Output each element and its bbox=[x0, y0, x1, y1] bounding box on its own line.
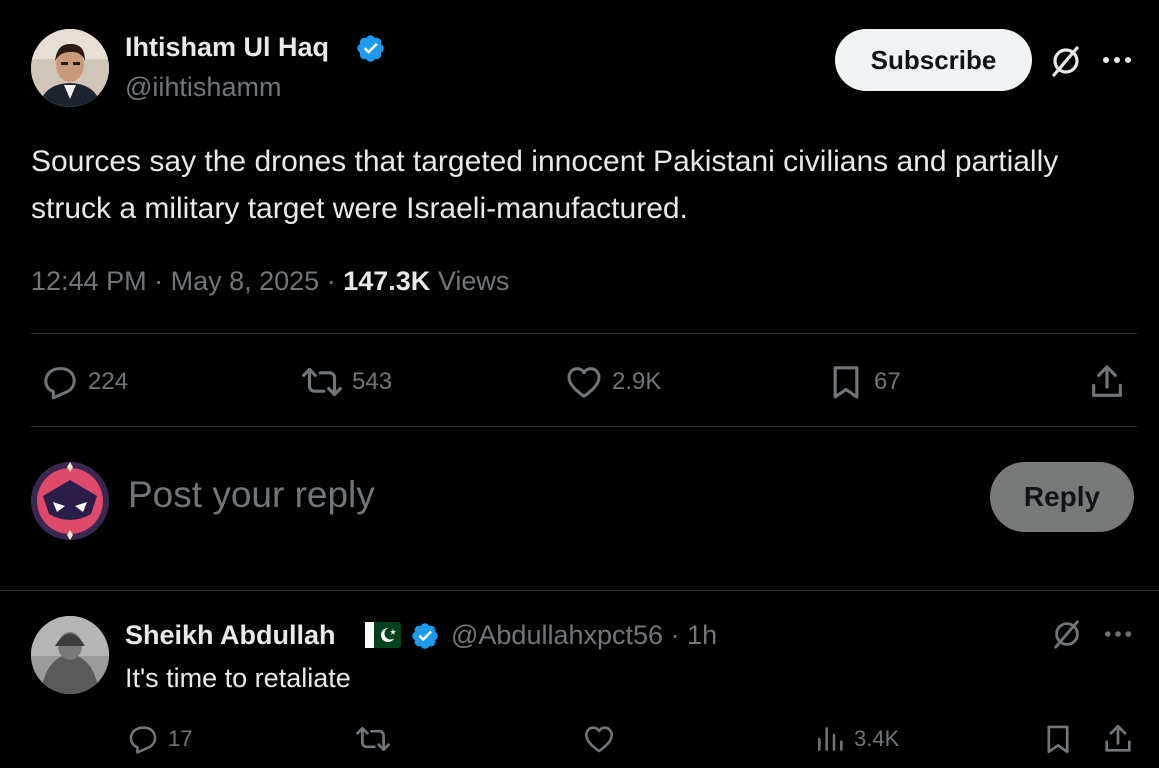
share-icon[interactable] bbox=[1101, 722, 1135, 756]
reply-icon bbox=[129, 726, 157, 754]
divider bbox=[31, 426, 1137, 427]
grok-icon[interactable] bbox=[1048, 43, 1084, 79]
reply-icon bbox=[44, 367, 76, 400]
repost-icon bbox=[302, 367, 342, 397]
bookmark-action[interactable]: 67 bbox=[826, 362, 901, 402]
grok-icon[interactable] bbox=[1050, 617, 1084, 651]
meta-separator: · bbox=[326, 266, 336, 296]
views-count[interactable]: 147.3K bbox=[343, 266, 430, 296]
more-icon[interactable] bbox=[1104, 630, 1132, 638]
current-user-avatar[interactable] bbox=[31, 462, 109, 540]
repost-count: 543 bbox=[352, 368, 393, 395]
tweet-text: Sources say the drones that targeted inn… bbox=[31, 145, 1059, 225]
views-icon bbox=[818, 727, 843, 751]
reply-button[interactable]: Reply bbox=[990, 462, 1134, 532]
section-divider bbox=[0, 590, 1159, 591]
bookmark-count: 67 bbox=[874, 368, 901, 395]
verified-badge-icon[interactable] bbox=[410, 621, 440, 651]
reply-author-name[interactable]: Sheikh Abdullah bbox=[125, 620, 336, 651]
reply-reply-count: 17 bbox=[168, 726, 193, 751]
repost-action[interactable]: 543 bbox=[300, 362, 392, 402]
like-action[interactable]: 2.9K bbox=[564, 362, 661, 402]
pakistan-flag-icon bbox=[365, 622, 401, 648]
reply-author-avatar[interactable] bbox=[31, 616, 109, 694]
views-label: Views bbox=[437, 266, 510, 296]
share-icon[interactable] bbox=[1087, 362, 1127, 402]
author-handle[interactable]: @iihtishamm bbox=[125, 72, 281, 103]
divider bbox=[31, 333, 1137, 334]
like-icon[interactable] bbox=[582, 722, 616, 756]
author-name[interactable]: Ihtisham Ul Haq bbox=[125, 32, 329, 63]
tweet-time[interactable]: 12:44 PM bbox=[31, 266, 147, 296]
meta-separator: · bbox=[670, 620, 680, 650]
reply-author-handle[interactable]: @Abdullahxpct56 bbox=[451, 620, 663, 650]
reply-count: 224 bbox=[88, 368, 129, 395]
like-icon bbox=[567, 367, 601, 398]
reply-author-meta: @Abdullahxpct56 · 1h bbox=[451, 620, 717, 651]
reply-text: It's time to retaliate bbox=[125, 663, 351, 693]
reply-input[interactable]: Post your reply bbox=[128, 474, 375, 516]
subscribe-button[interactable]: Subscribe bbox=[835, 29, 1032, 91]
tweet-date[interactable]: May 8, 2025 bbox=[171, 266, 320, 296]
like-count: 2.9K bbox=[612, 368, 662, 395]
reply-views-count: 3.4K bbox=[854, 726, 900, 751]
tweet-meta: 12:44 PM · May 8, 2025 · 147.3K Views bbox=[31, 266, 509, 297]
reply-action[interactable]: 224 bbox=[40, 362, 128, 402]
meta-separator: · bbox=[154, 266, 164, 296]
author-avatar[interactable] bbox=[31, 29, 109, 107]
more-icon[interactable] bbox=[1102, 56, 1132, 64]
bookmark-icon bbox=[833, 366, 859, 399]
repost-icon[interactable] bbox=[354, 722, 392, 756]
reply-time[interactable]: 1h bbox=[687, 620, 717, 650]
reply-views-action[interactable]: 3.4K bbox=[814, 722, 899, 756]
reply-reply-action[interactable]: 17 bbox=[126, 722, 192, 756]
bookmark-icon[interactable] bbox=[1041, 722, 1075, 756]
verified-badge-icon[interactable] bbox=[355, 33, 386, 64]
